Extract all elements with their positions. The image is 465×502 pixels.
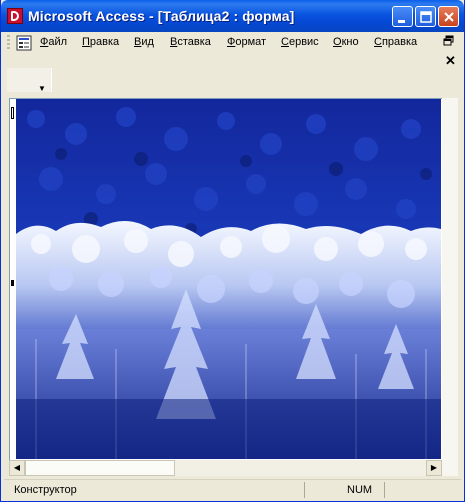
menu-grip[interactable] — [7, 35, 10, 51]
scroll-left-icon[interactable]: ◀ — [9, 460, 25, 476]
access-app-icon[interactable] — [7, 8, 23, 24]
form-canvas[interactable] — [9, 98, 458, 474]
menu-bar: Файл Правка Вид Вставка Формат Сервис Ок… — [4, 32, 461, 54]
status-divider — [304, 482, 305, 498]
title-bar[interactable]: Microsoft Access - [Таблица2 : форма] — [1, 0, 464, 32]
menu-insert[interactable]: Вставка — [170, 36, 211, 48]
toolbar-area: ✕ — [4, 53, 461, 98]
menu-tools[interactable]: Сервис — [281, 36, 319, 48]
status-mode: Конструктор — [14, 484, 77, 496]
menu-format[interactable]: Формат — [227, 36, 266, 48]
record-marker — [11, 107, 14, 119]
restore-icon[interactable] — [443, 35, 455, 47]
menu-window[interactable]: Окно — [333, 36, 359, 48]
maximize-button[interactable] — [415, 6, 436, 27]
menu-edit[interactable]: Правка — [82, 36, 119, 48]
scroll-thumb[interactable] — [25, 460, 175, 476]
menu-file[interactable]: Файл — [40, 36, 67, 48]
menu-view[interactable]: Вид — [134, 36, 154, 48]
vertical-scrollbar[interactable] — [442, 98, 458, 476]
menu-help[interactable]: Справка — [374, 36, 417, 48]
status-divider — [384, 482, 385, 498]
status-num: NUM — [347, 484, 373, 496]
horizontal-scrollbar[interactable]: ◀ ▶ — [9, 460, 442, 476]
minimize-button[interactable] — [392, 6, 413, 27]
photo-icon — [16, 99, 441, 459]
section-marker — [11, 280, 14, 286]
scroll-right-icon[interactable]: ▶ — [426, 460, 442, 476]
maximize-icon — [420, 11, 432, 23]
form-doc-icon[interactable] — [16, 35, 32, 51]
status-bar: Конструктор NUM — [4, 479, 461, 500]
close-icon — [444, 12, 454, 22]
toolbar-dropdown-icon[interactable]: ▼ — [38, 84, 46, 93]
mdi-close-button[interactable]: ✕ — [445, 53, 456, 69]
minimize-icon — [398, 20, 405, 23]
window-title: Microsoft Access - [Таблица2 : форма] — [28, 8, 295, 24]
close-button[interactable] — [438, 6, 459, 27]
access-window: Microsoft Access - [Таблица2 : форма] Фа… — [0, 0, 465, 502]
